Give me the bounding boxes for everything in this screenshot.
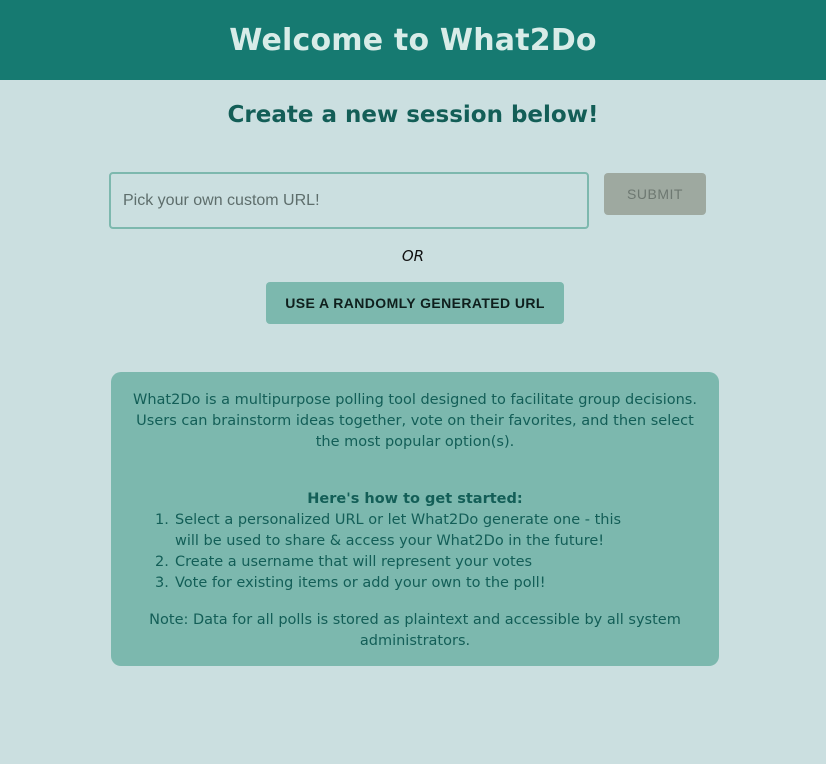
- list-item: 1. Select a personalized URL or let What…: [155, 510, 675, 552]
- data-note: Note: Data for all polls is stored as pl…: [149, 612, 681, 649]
- steps-list: 1. Select a personalized URL or let What…: [155, 510, 675, 594]
- page-title: Welcome to What2Do: [229, 22, 597, 58]
- step-number: 3.: [155, 575, 169, 591]
- step-number: 1.: [155, 512, 169, 528]
- steps-title: Here's how to get started:: [307, 491, 523, 507]
- step-text: Select a personalized URL or let What2Do…: [175, 512, 622, 549]
- submit-button[interactable]: SUBMIT: [604, 173, 706, 215]
- random-url-button[interactable]: USE A RANDOMLY GENERATED URL: [266, 282, 564, 324]
- list-item: 3. Vote for existing items or add your o…: [155, 573, 675, 594]
- app-header: Welcome to What2Do: [0, 0, 826, 80]
- or-separator: OR: [401, 247, 425, 265]
- step-number: 2.: [155, 554, 169, 570]
- step-text: Vote for existing items or add your own …: [175, 575, 546, 591]
- intro-text: What2Do is a multipurpose polling tool d…: [133, 392, 697, 450]
- section-subtitle: Create a new session below!: [227, 102, 599, 128]
- info-panel: What2Do is a multipurpose polling tool d…: [111, 372, 719, 666]
- custom-url-input[interactable]: [109, 172, 589, 229]
- list-item: 2. Create a username that will represent…: [155, 552, 675, 573]
- step-text: Create a username that will represent yo…: [175, 554, 533, 570]
